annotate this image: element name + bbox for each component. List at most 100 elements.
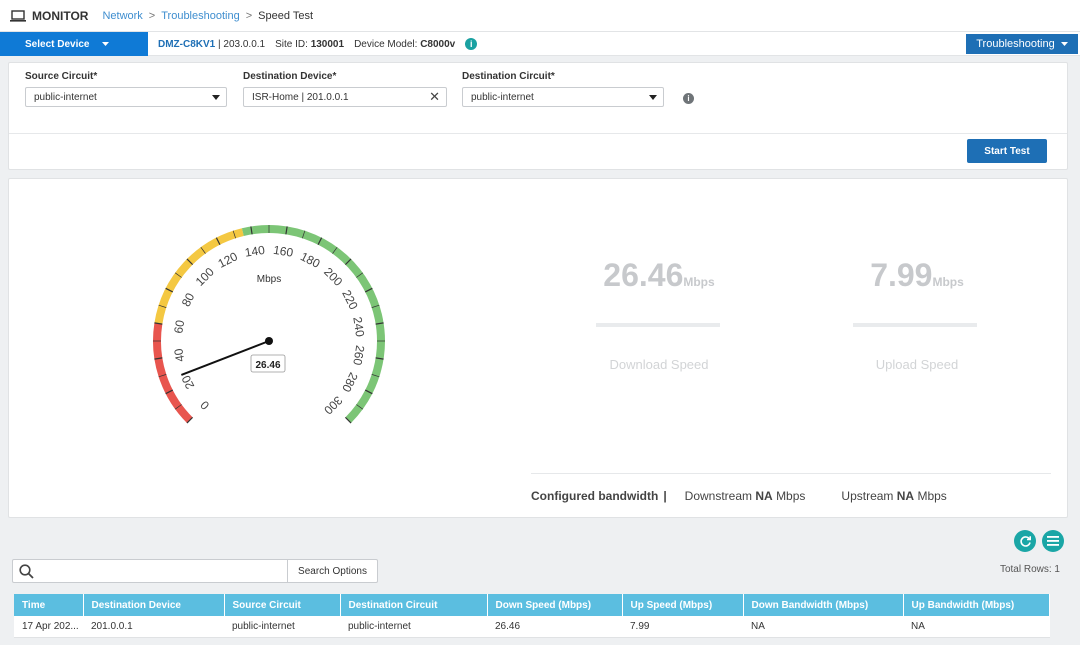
column-header-time[interactable]: Time bbox=[14, 594, 84, 616]
destination-device-field: Destination Device* ISR-Home | 201.0.0.1… bbox=[243, 71, 447, 107]
destination-device-input[interactable]: ISR-Home | 201.0.0.1 ✕ bbox=[243, 87, 447, 107]
gauge-tick-label: 140 bbox=[244, 243, 266, 260]
gauge-tick-label: 120 bbox=[216, 249, 240, 271]
download-bar bbox=[596, 323, 720, 327]
breadcrumb-separator: > bbox=[148, 9, 156, 22]
configured-bandwidth: Configured bandwidth | Downstream NA Mbp… bbox=[531, 489, 947, 503]
source-circuit-value: public-internet bbox=[34, 91, 97, 103]
device-model: Device Model: C8000v bbox=[354, 39, 455, 50]
site-id: Site ID: 130001 bbox=[275, 39, 344, 50]
device-model-value: C8000v bbox=[420, 38, 456, 50]
destination-device-value: ISR-Home | 201.0.0.1 bbox=[252, 91, 349, 103]
select-device-label: Select Device bbox=[25, 38, 90, 50]
site-id-label: Site ID: bbox=[275, 38, 308, 50]
top-bar: MONITOR Network > Troubleshooting > Spee… bbox=[0, 0, 1080, 32]
breadcrumb: Network > Troubleshooting > Speed Test bbox=[102, 10, 313, 22]
info-icon[interactable]: i bbox=[683, 93, 694, 104]
destination-circuit-label: Destination Circuit* bbox=[462, 71, 555, 82]
source-circuit-field: Source Circuit* public-internet bbox=[25, 71, 227, 107]
configured-bandwidth-label: Configured bandwidth bbox=[531, 489, 659, 503]
gauge-tick-label: 180 bbox=[298, 249, 322, 271]
device-info: DMZ-C8KV1 | 203.0.0.1 Site ID: 130001 De… bbox=[158, 32, 478, 56]
downstream-value: NA bbox=[755, 489, 773, 503]
search-input[interactable] bbox=[43, 562, 283, 580]
gauge-tick-label: 20 bbox=[179, 373, 198, 392]
caret-down-icon bbox=[649, 94, 657, 100]
column-header-up-speed[interactable]: Up Speed (Mbps) bbox=[622, 594, 744, 616]
cell-destination-circuit: public-internet bbox=[340, 616, 487, 638]
upload-number: 7.99 bbox=[870, 257, 933, 293]
column-header-down-speed[interactable]: Down Speed (Mbps) bbox=[487, 594, 623, 616]
source-circuit-select[interactable]: public-internet bbox=[25, 87, 227, 107]
site-id-value: 130001 bbox=[310, 38, 345, 50]
troubleshooting-label: Troubleshooting bbox=[976, 38, 1055, 50]
upstream-unit: Mbps bbox=[917, 489, 947, 503]
cell-up-bandwidth: NA bbox=[903, 616, 1050, 638]
table-header-row: Time Destination Device Source Circuit D… bbox=[14, 594, 1050, 616]
cell-source-circuit: public-internet bbox=[224, 616, 340, 638]
chevron-down-icon bbox=[1060, 42, 1068, 46]
upload-bar bbox=[853, 323, 977, 327]
upload-unit: Mbps bbox=[932, 275, 964, 289]
results-table: Time Destination Device Source Circuit D… bbox=[14, 594, 1050, 638]
gauge-tick-label: 220 bbox=[339, 288, 361, 312]
column-header-down-bandwidth[interactable]: Down Bandwidth (Mbps) bbox=[743, 594, 904, 616]
gauge-tick-label: 240 bbox=[350, 316, 367, 338]
downstream-label: Downstream bbox=[684, 489, 753, 503]
app-title-text: MONITOR bbox=[32, 8, 89, 23]
gauge-value-box: 26.46 bbox=[250, 354, 286, 373]
start-test-button[interactable]: Start Test bbox=[967, 139, 1047, 163]
search-icon bbox=[19, 564, 34, 579]
column-header-up-bandwidth[interactable]: Up Bandwidth (Mbps) bbox=[903, 594, 1050, 616]
breadcrumb-network[interactable]: Network bbox=[102, 10, 142, 22]
troubleshooting-button[interactable]: Troubleshooting bbox=[966, 34, 1078, 54]
table-search: Search Options bbox=[12, 559, 378, 583]
refresh-button[interactable] bbox=[1014, 530, 1036, 552]
upload-speed-value: 7.99Mbps bbox=[847, 257, 987, 294]
column-header-destination-device[interactable]: Destination Device bbox=[83, 594, 225, 616]
gauge-tick-label: 280 bbox=[339, 370, 361, 394]
gauge-tick-label: 300 bbox=[321, 393, 345, 417]
app-title: MONITOR bbox=[10, 9, 88, 23]
gauge-tick-label: 40 bbox=[171, 347, 187, 363]
breadcrumb-troubleshooting[interactable]: Troubleshooting bbox=[161, 10, 239, 22]
gauge-tick-label: 200 bbox=[321, 265, 345, 289]
gauge-tick-label: 60 bbox=[171, 319, 187, 335]
destination-circuit-value: public-internet bbox=[471, 91, 534, 103]
cell-time: 17 Apr 202... bbox=[14, 616, 83, 638]
gauge-tick-label: 100 bbox=[193, 265, 217, 289]
upstream-value: NA bbox=[896, 489, 915, 503]
total-rows: Total Rows: 1 bbox=[999, 564, 1060, 575]
close-icon[interactable]: ✕ bbox=[429, 89, 440, 105]
search-options-button[interactable]: Search Options bbox=[287, 560, 377, 582]
bandwidth-divider bbox=[531, 473, 1051, 474]
cell-down-bandwidth: NA bbox=[743, 616, 903, 638]
cell-down-speed: 26.46 bbox=[487, 616, 622, 638]
menu-button[interactable] bbox=[1042, 530, 1064, 552]
downstream-unit: Mbps bbox=[776, 489, 806, 503]
select-device-button[interactable]: Select Device bbox=[0, 32, 148, 56]
device-ip: | 203.0.0.1 bbox=[218, 38, 266, 50]
download-speed-value: 26.46Mbps bbox=[589, 257, 729, 294]
chevron-down-icon bbox=[101, 42, 109, 46]
gauge-tick-label: 260 bbox=[350, 344, 367, 366]
info-icon[interactable]: i bbox=[465, 38, 478, 50]
column-header-destination-circuit[interactable]: Destination Circuit bbox=[340, 594, 488, 616]
download-label: Download Speed bbox=[609, 357, 709, 372]
upload-label: Upload Speed bbox=[875, 357, 959, 372]
bandwidth-separator: | bbox=[663, 489, 667, 503]
laptop-icon bbox=[10, 9, 26, 22]
destination-device-label: Destination Device* bbox=[243, 71, 337, 82]
speed-test-card: 0 20 40 60 80 100 120 140 160 180 200 220 240 260 280 3… bbox=[8, 178, 1068, 518]
gauge-value-label: 26.46 bbox=[255, 360, 280, 371]
table-row[interactable]: 17 Apr 202... 201.0.0.1 public-internet … bbox=[14, 616, 1050, 638]
menu-icon bbox=[1047, 536, 1059, 546]
destination-circuit-select[interactable]: public-internet bbox=[462, 87, 664, 107]
source-circuit-label: Source Circuit* bbox=[25, 71, 98, 82]
download-number: 26.46 bbox=[603, 257, 684, 293]
gauge-arc-red bbox=[153, 322, 193, 424]
column-header-source-circuit[interactable]: Source Circuit bbox=[224, 594, 341, 616]
gauge-needle-hub bbox=[265, 337, 273, 345]
gauge-tick-label: 0 bbox=[197, 398, 212, 413]
download-unit: Mbps bbox=[683, 275, 715, 289]
